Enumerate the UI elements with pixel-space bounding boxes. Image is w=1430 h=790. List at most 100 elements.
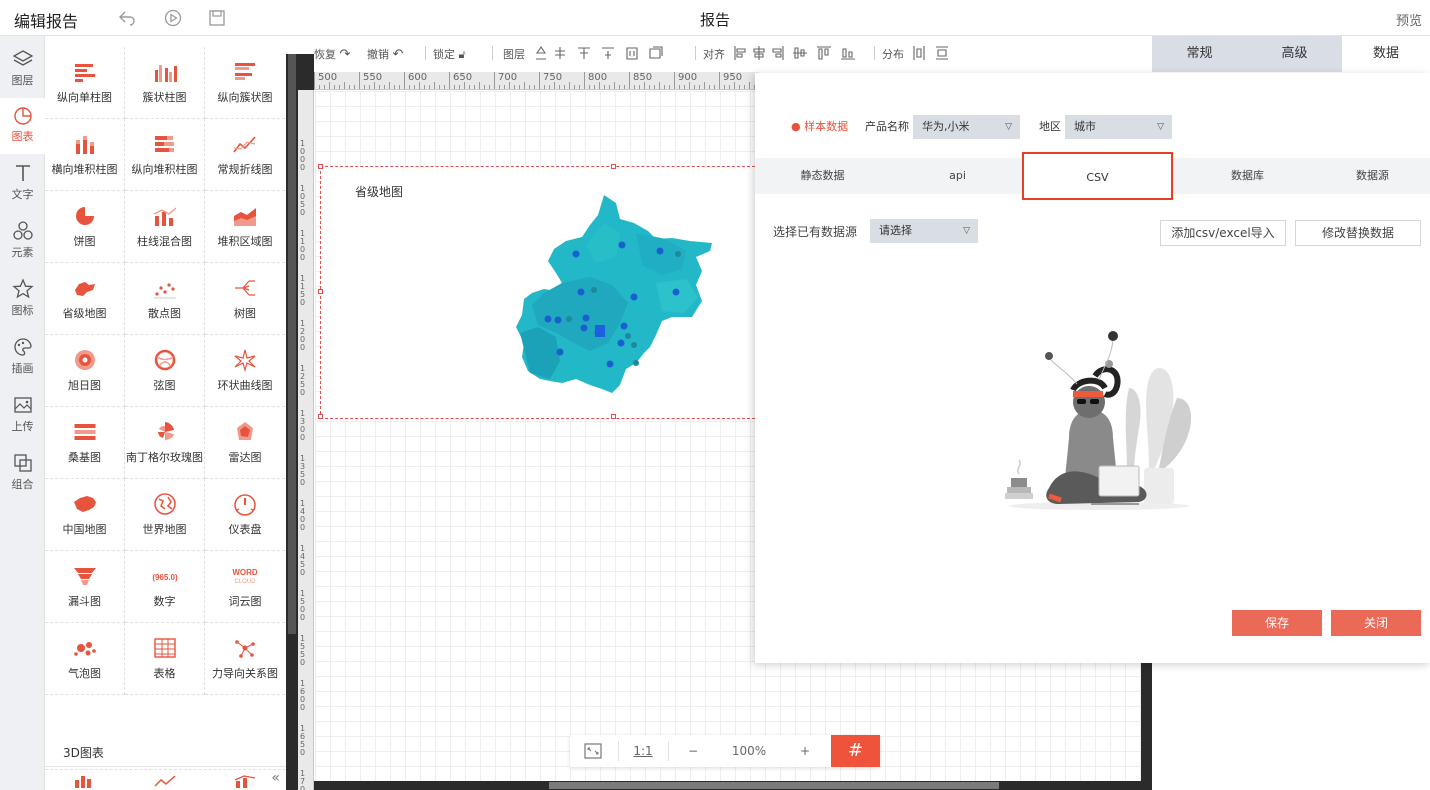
region-select[interactable]: 城市 ▽	[1065, 115, 1172, 139]
tab-api[interactable]: api	[890, 158, 1025, 194]
tab-datasource[interactable]: 数据源	[1315, 158, 1430, 194]
chart-type-hbar[interactable]: 纵向单柱图	[45, 47, 125, 119]
zoom-level: 100%	[731, 744, 767, 758]
undo-icon[interactable]	[118, 9, 136, 27]
chart-type-ring-curve[interactable]: 环状曲线图	[205, 335, 285, 407]
palette-scrollbar[interactable]	[286, 54, 298, 790]
chart-type-scatter[interactable]: 散点图	[125, 263, 205, 335]
chart-type-hcluster[interactable]: 纵向簇状图	[205, 47, 285, 119]
fit-screen-button[interactable]	[570, 735, 616, 767]
ruler-tick-label: 950	[723, 72, 743, 83]
rail-label: 元素	[11, 246, 34, 259]
ruler-tick-label: 1000	[300, 139, 306, 172]
resize-handle[interactable]	[318, 414, 323, 419]
chart-type-label: 横向堆积柱图	[51, 163, 118, 176]
ruler-tick	[459, 85, 460, 89]
chart-type-stacked-bar[interactable]: 横向堆积柱图	[45, 119, 125, 191]
grid-toggle-button[interactable]: #	[831, 735, 880, 767]
ruler-tick	[339, 85, 340, 89]
document-title[interactable]: 报告	[700, 11, 730, 29]
scroll-thumb[interactable]	[549, 782, 999, 789]
empty-state-illustration	[1005, 331, 1192, 510]
align-icons[interactable]	[733, 45, 868, 61]
chart-type-china-map[interactable]: 中国地图	[45, 479, 125, 551]
ruler-tick	[474, 85, 475, 89]
actual-size-button[interactable]: 1:1	[620, 735, 666, 767]
ruler-tick	[549, 85, 550, 89]
chart-type-label: 南丁格尔玫瑰图	[126, 451, 203, 464]
rail-item-upload[interactable]: 上传	[0, 388, 45, 444]
chart-type-number[interactable]: (965.0) 数字	[125, 551, 205, 623]
canvas-hscrollbar[interactable]	[314, 781, 1152, 790]
chart-type-pie[interactable]: 饼图	[45, 191, 125, 263]
caret-down-icon: ▽	[963, 226, 970, 236]
close-button[interactable]: 关闭	[1331, 610, 1421, 636]
rail-item-layers[interactable]: 图层	[0, 42, 45, 98]
distribute-icons[interactable]	[912, 45, 952, 61]
align-label: 对齐	[703, 48, 725, 61]
tab-database[interactable]: 数据库	[1180, 158, 1315, 194]
chart-type-hstacked[interactable]: 纵向堆积柱图	[125, 119, 205, 191]
import-csv-button[interactable]: 添加csv/excel导入	[1160, 220, 1286, 246]
play-icon[interactable]	[164, 9, 182, 27]
rail-item-elements[interactable]: 元素	[0, 214, 45, 270]
ruler-tick	[564, 85, 565, 89]
zoom-in-button[interactable]: +	[782, 735, 828, 767]
chart-type-label: 簇状柱图	[142, 91, 187, 104]
resize-handle[interactable]	[611, 164, 616, 169]
stacked-bar-icon	[75, 136, 94, 154]
tab-data[interactable]: 数据	[1342, 36, 1430, 72]
chart-type-table[interactable]: 表格	[125, 623, 205, 695]
undo-button[interactable]: 撤销 ↶	[367, 46, 403, 62]
product-name-select[interactable]: 华为,小米 ▽	[913, 115, 1020, 139]
tab-csv[interactable]: CSV	[1022, 152, 1173, 200]
province-map-widget[interactable]: 省级地图	[318, 164, 760, 419]
ruler-tick	[559, 85, 560, 89]
save-icon[interactable]	[208, 9, 226, 27]
lock-button[interactable]: 锁定 🔓︎	[433, 46, 466, 62]
chart-type-chord[interactable]: 弦图	[125, 335, 205, 407]
redo-button[interactable]: 恢复 ↷	[314, 46, 350, 62]
chart-type-bar-line[interactable]: 柱线混合图	[125, 191, 205, 263]
data-source-tabs: 静态数据 api CSV 数据库 数据源	[755, 152, 1430, 200]
zoom-out-button[interactable]: −	[670, 735, 716, 767]
ruler-tick-label: 650	[453, 72, 473, 83]
tab-advanced[interactable]: 高级	[1247, 36, 1342, 72]
chart-type-bubble[interactable]: 气泡图	[45, 623, 125, 695]
ruler-tick	[409, 85, 410, 89]
layer-order-icons[interactable]	[534, 45, 664, 61]
chart-type-world-map[interactable]: 世界地图	[125, 479, 205, 551]
rail-item-text[interactable]: 文字	[0, 156, 45, 212]
save-button[interactable]: 保存	[1232, 610, 1322, 636]
chart-type-radar[interactable]: 雷达图	[205, 407, 285, 479]
chart-type-sankey[interactable]: 桑基图	[45, 407, 125, 479]
chart-type-force-graph[interactable]: 力导向关系图	[205, 623, 285, 695]
chart-type-label: 纵向堆积柱图	[131, 163, 198, 176]
resize-handle[interactable]	[318, 289, 323, 294]
existing-source-select[interactable]: 请选择 ▽	[870, 219, 978, 243]
chart-type-sunburst[interactable]: 旭日图	[45, 335, 125, 407]
tab-static-data[interactable]: 静态数据	[755, 158, 890, 194]
rail-item-icons[interactable]: 图标	[0, 272, 45, 328]
sample-data-link[interactable]: ● 样本数据	[791, 118, 848, 134]
chart-type-gauge[interactable]: 仪表盘	[205, 479, 285, 551]
chart-type-area[interactable]: 堆积区域图	[205, 191, 285, 263]
rail-item-group[interactable]: 组合	[0, 446, 45, 502]
chart-type-line[interactable]: 常规折线图	[205, 119, 285, 191]
chart-type-cluster-bar[interactable]: 簇状柱图	[125, 47, 205, 119]
chart-type-tree[interactable]: 树图	[205, 263, 285, 335]
collapse-palette-button[interactable]: «	[45, 766, 286, 790]
canvas-vscrollbar[interactable]	[1141, 660, 1152, 790]
replace-data-button[interactable]: 修改替换数据	[1295, 220, 1421, 246]
tab-general[interactable]: 常规	[1152, 36, 1247, 72]
chart-type-rose[interactable]: 南丁格尔玫瑰图	[125, 407, 205, 479]
choose-source-label: 选择已有数据源	[773, 225, 858, 239]
rail-item-illustrations[interactable]: 插画	[0, 330, 45, 386]
rail-item-charts[interactable]: 图表	[0, 98, 45, 154]
resize-handle[interactable]	[318, 164, 323, 169]
chart-type-funnel[interactable]: 漏斗图	[45, 551, 125, 623]
chart-type-province-map[interactable]: 省级地图	[45, 263, 125, 335]
preview-button[interactable]: 预览	[1396, 10, 1422, 29]
resize-handle[interactable]	[611, 414, 616, 419]
chart-type-wordcloud[interactable]: WORD CLOUD 词云图	[205, 551, 285, 623]
